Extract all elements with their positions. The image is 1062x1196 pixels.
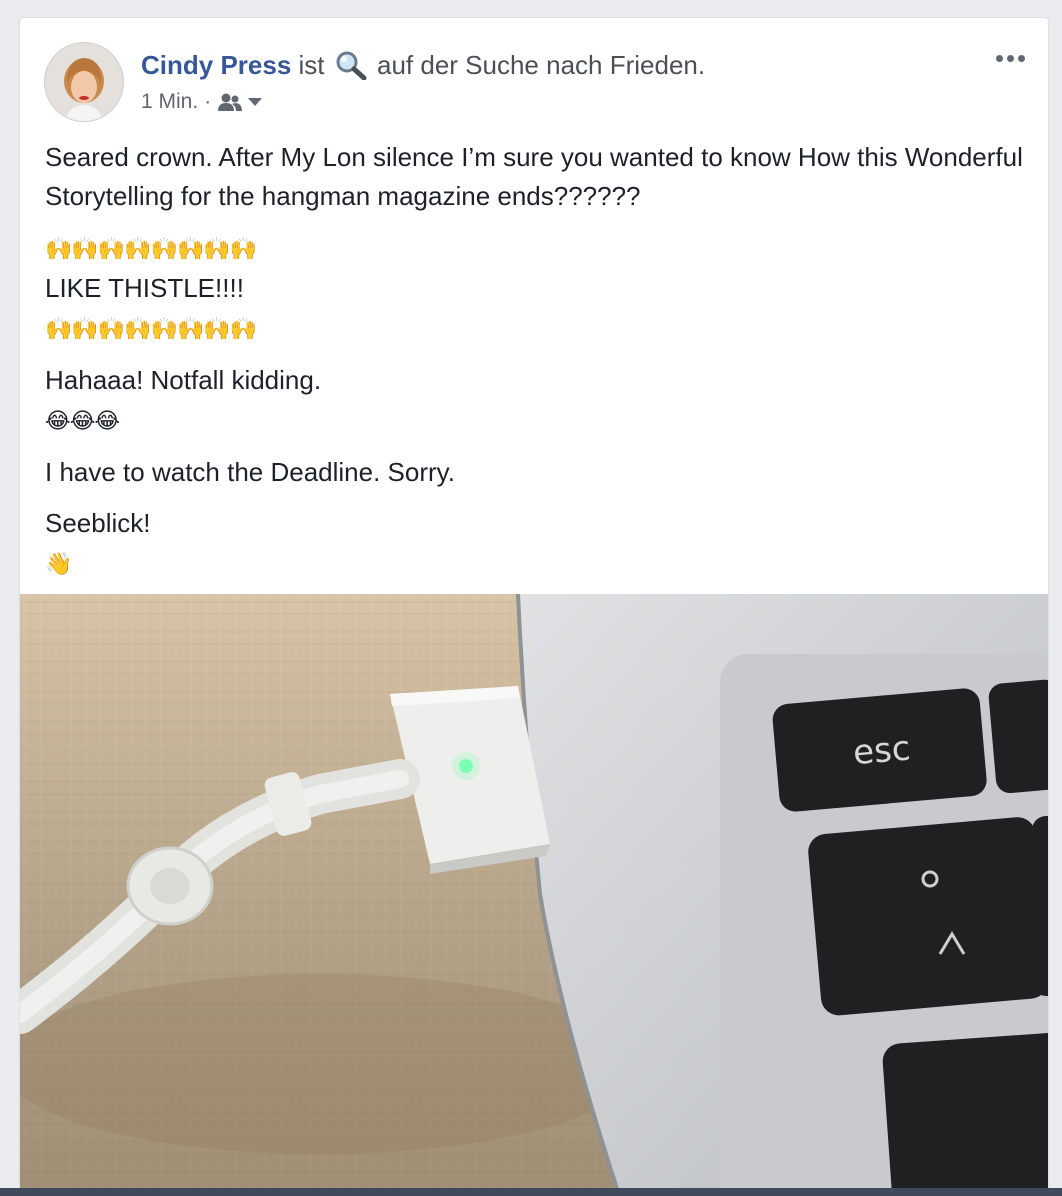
post-timestamp-link[interactable]: 1 Min.: [141, 90, 198, 114]
photo-image: esc: [20, 594, 1048, 1196]
raised-hands-emoji-row: 🙌🙌🙌🙌🙌🙌🙌🙌: [45, 317, 257, 342]
post-meta: 1 Min. ·: [141, 90, 263, 114]
laughing-tears-emoji-row: 😂😂😂: [45, 409, 120, 434]
post-header-line: Cindy Press ist auf der Suche nach Fried…: [141, 48, 705, 82]
audience-selector[interactable]: [217, 92, 263, 112]
waving-hand-emoji: 👋: [45, 552, 72, 577]
post-paragraph-1: Seared crown. After My Lon silence I’m s…: [45, 142, 1023, 211]
page: Cindy Press ist auf der Suche nach Fried…: [0, 0, 1062, 1196]
more-options-dot: [1017, 54, 1025, 62]
post-paragraph-2: 🙌🙌🙌🙌🙌🙌🙌🙌 LIKE THISTLE!!!! 🙌🙌🙌🙌🙌🙌🙌🙌: [45, 228, 1025, 349]
magnifier-icon: [334, 50, 368, 81]
avatar-image: [45, 43, 123, 121]
post-line-hahaaa: Hahaaa! Notfall kidding.: [45, 365, 322, 395]
author-name-link[interactable]: Cindy Press: [141, 50, 291, 80]
post-paragraph-4: I have to watch the Deadline. Sorry.: [45, 457, 455, 487]
more-options-dot: [1006, 54, 1014, 62]
post-paragraph-3: Hahaaa! Notfall kidding. 😂😂😂: [45, 361, 1025, 441]
more-options-button[interactable]: [990, 46, 1030, 70]
post-photo[interactable]: esc: [20, 594, 1048, 1196]
post-line-like-thistle: LIKE THISTLE!!!!: [45, 273, 244, 303]
raised-hands-emoji-row: 🙌🙌🙌🙌🙌🙌🙌🙌: [45, 237, 257, 262]
bottom-bar: [0, 1188, 1062, 1196]
more-options-icon: [995, 54, 1003, 62]
post-header: Cindy Press ist auf der Suche nach Fried…: [20, 18, 1048, 124]
meta-separator: ·: [204, 90, 212, 113]
author-avatar[interactable]: [44, 42, 124, 122]
post-paragraph-5: Seeblick! 👋: [45, 504, 1025, 584]
activity-verb: ist: [298, 50, 325, 80]
friends-icon: [218, 93, 243, 111]
activity-text: auf der Suche nach Frieden.: [377, 50, 706, 80]
post-text: Seared crown. After My Lon silence I’m s…: [45, 138, 1025, 596]
post-card: Cindy Press ist auf der Suche nach Fried…: [19, 17, 1049, 1196]
chevron-down-icon: [248, 98, 263, 106]
esc-key-label: esc: [851, 728, 912, 773]
post-line-seeblick: Seeblick!: [45, 508, 151, 538]
